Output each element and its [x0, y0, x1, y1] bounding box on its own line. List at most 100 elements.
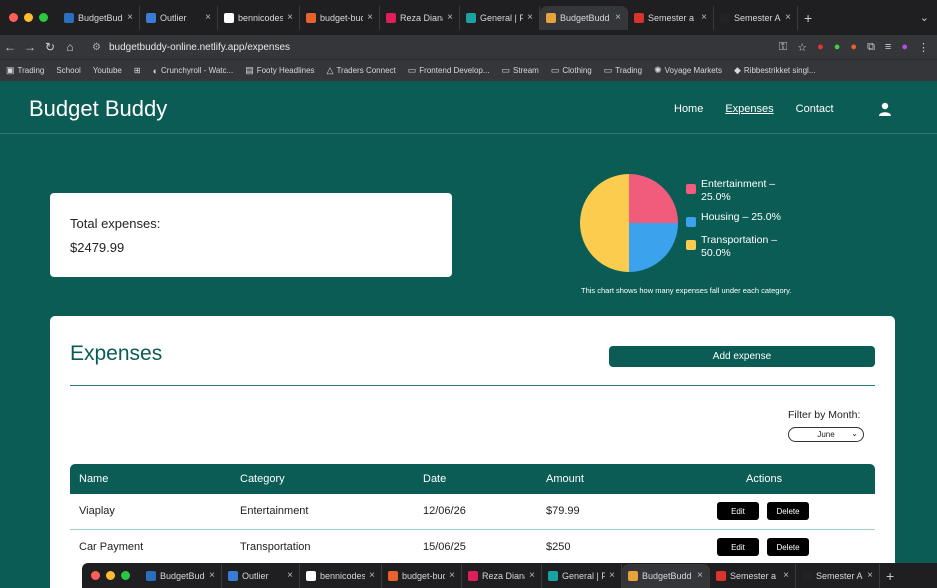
close-tab-icon[interactable]: × [287, 570, 293, 581]
tab-title: BudgetBudd [160, 570, 206, 581]
bookmark-item[interactable]: ▭ Frontend Develop... [402, 65, 496, 76]
delete-button[interactable]: Delete [767, 502, 809, 520]
home-icon[interactable]: ⌂ [60, 40, 80, 54]
bookmark-item[interactable]: Youtube [87, 66, 128, 75]
browser-tab[interactable]: Semester A × [714, 5, 798, 30]
bookmark-item[interactable]: ▭ Clothing [545, 65, 598, 76]
browser-tab[interactable]: budget-bud × [300, 5, 380, 30]
close-tab-icon[interactable]: × [447, 12, 453, 23]
col-amount: Amount [546, 473, 584, 485]
back-icon[interactable]: ← [0, 40, 20, 54]
close-tab-icon[interactable]: × [127, 12, 133, 23]
browser-tab[interactable]: Semester a × [628, 5, 714, 30]
extension-red-icon[interactable]: ● [817, 41, 824, 53]
nav-expenses[interactable]: Expenses [725, 103, 773, 115]
tab-title: General | P [480, 12, 524, 23]
browser-tab[interactable]: Reza Dianat × [462, 563, 542, 588]
close-tab-icon[interactable]: × [527, 12, 533, 23]
close-tab-icon[interactable]: × [867, 570, 873, 581]
browser-tab[interactable]: BudgetBudd × [58, 5, 140, 30]
tab-title: BudgetBudd [560, 12, 610, 23]
edit-button[interactable]: Edit [717, 538, 759, 556]
bookmark-item[interactable]: School [50, 66, 86, 75]
password-key-icon[interactable]: ⚿ [779, 41, 787, 54]
new-tab-button[interactable]: + [880, 568, 900, 584]
browser-tab[interactable]: BudgetBudd × [540, 5, 628, 30]
close-window-button[interactable] [9, 13, 18, 22]
bookmark-item[interactable]: △ Traders Connect [321, 65, 402, 76]
close-window-button[interactable] [91, 571, 100, 580]
user-icon[interactable] [878, 102, 892, 116]
close-tab-icon[interactable]: × [209, 570, 215, 581]
extension-green-icon[interactable]: ● [834, 41, 841, 53]
bookmark-star-icon[interactable]: ☆ [797, 41, 807, 54]
bookmark-label: Crunchyroll - Watc... [161, 66, 234, 75]
legend-label: Transportation – 50.0% [701, 234, 778, 259]
extension-orange-icon[interactable]: ● [850, 41, 857, 53]
close-tab-icon[interactable]: × [615, 12, 621, 23]
bookmark-item[interactable]: ✺ Voyage Markets [648, 65, 728, 76]
browser-tab[interactable]: Semester a × [710, 563, 796, 588]
nav-home[interactable]: Home [674, 103, 703, 115]
add-expense-button[interactable]: Add expense [609, 346, 875, 367]
site-info-icon[interactable]: ⚙ [92, 42, 101, 53]
new-tab-button[interactable]: + [798, 10, 818, 26]
pie-slice-housing[interactable] [629, 223, 678, 272]
url-field[interactable]: ⚙ budgetbuddy-online.netlify.app/expense… [92, 37, 712, 57]
pie-slice-transportation[interactable] [580, 174, 629, 272]
browser-tab[interactable]: Outlier × [140, 5, 218, 30]
maximize-window-button[interactable] [121, 571, 130, 580]
browser-tab[interactable]: General | P × [460, 5, 540, 30]
close-tab-icon[interactable]: × [369, 570, 375, 581]
profile-avatar-icon[interactable]: ● [901, 41, 908, 53]
close-tab-icon[interactable]: × [701, 12, 707, 23]
forward-icon[interactable]: → [20, 40, 40, 54]
bookmark-item[interactable]: ▭ Stream [496, 65, 545, 76]
close-tab-icon[interactable]: × [287, 12, 293, 23]
browser-menu-icon[interactable]: ⋮ [918, 41, 929, 54]
browser-tab[interactable]: bennicodes × [300, 563, 382, 588]
bookmark-item[interactable]: ▭ Trading [598, 65, 648, 76]
browser-tab[interactable]: Semester A × [796, 563, 880, 588]
close-tab-icon[interactable]: × [785, 12, 791, 23]
apps-grid-icon[interactable]: ⊞ [128, 66, 147, 75]
bookmark-icon: ▭ [603, 65, 613, 75]
legend-swatch [686, 217, 696, 227]
legend-swatch [686, 240, 696, 250]
close-tab-icon[interactable]: × [609, 570, 615, 581]
bookmark-item[interactable]: ◐ Crunchyroll - Watc... [147, 66, 240, 76]
edit-button[interactable]: Edit [717, 502, 759, 520]
delete-button[interactable]: Delete [767, 538, 809, 556]
browser-tab[interactable]: BudgetBudd × [622, 563, 710, 588]
nav-contact[interactable]: Contact [796, 103, 834, 115]
bookmark-label: Trading [17, 66, 45, 75]
bookmark-item[interactable]: ▣ Trading [0, 65, 50, 76]
close-tab-icon[interactable]: × [367, 12, 373, 23]
reading-list-icon[interactable]: ≡ [885, 41, 891, 53]
browser-tab[interactable]: budget-bud × [382, 563, 462, 588]
browser-tab[interactable]: Outlier × [222, 563, 300, 588]
browser-tab[interactable]: bennicodes × [218, 5, 300, 30]
bookmark-item[interactable]: ◆ Ribbestrikket singl... [728, 65, 822, 76]
close-tab-icon[interactable]: × [529, 570, 535, 581]
minimize-window-button[interactable] [106, 571, 115, 580]
close-tab-icon[interactable]: × [783, 570, 789, 581]
browser-tab[interactable]: Reza Dianat × [380, 5, 460, 30]
bookmark-label: Footy Headlines [256, 66, 315, 75]
bookmark-item[interactable]: ▤ Footy Headlines [239, 65, 320, 76]
bookmark-label: Voyage Markets [664, 66, 722, 75]
pie-slice-entertainment[interactable] [629, 174, 678, 223]
browser-tab[interactable]: General | P × [542, 563, 622, 588]
brand-logo[interactable]: Budget Buddy [29, 96, 167, 122]
minimize-window-button[interactable] [24, 13, 33, 22]
maximize-window-button[interactable] [39, 13, 48, 22]
browser-tab[interactable]: BudgetBudd × [140, 563, 222, 588]
close-tab-icon[interactable]: × [697, 570, 703, 581]
tab-search-icon[interactable]: ⌄ [920, 11, 929, 24]
close-tab-icon[interactable]: × [205, 12, 211, 23]
filter-month-select[interactable]: June ⌄ [788, 427, 864, 442]
close-tab-icon[interactable]: × [449, 570, 455, 581]
tab-title: Outlier [160, 12, 187, 23]
extensions-puzzle-icon[interactable]: ⧉ [867, 41, 875, 54]
reload-icon[interactable]: ↻ [40, 40, 60, 54]
